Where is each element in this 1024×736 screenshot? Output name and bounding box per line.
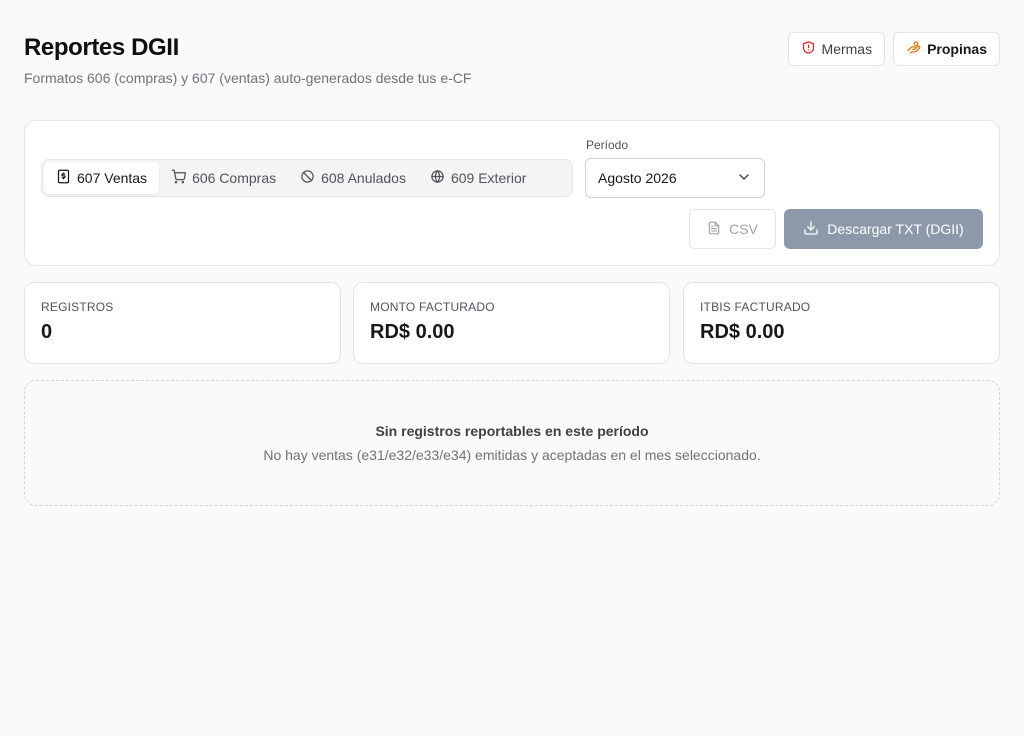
propinas-button[interactable]: Propinas (893, 32, 1000, 66)
stat-label: REGISTROS (41, 300, 114, 314)
tab-label: 609 Exterior (450, 170, 527, 186)
page-header: Reportes DGII Formatos 606 (compras) y 6… (24, 32, 1000, 92)
stat-itbis-facturado: ITBIS FACTURADO RD$ 0.00 (683, 282, 1000, 364)
report-type-tabs: 607 Ventas 606 Compras 608 Anulados 609 … (41, 159, 573, 197)
tab-609-exterior[interactable]: 609 Exterior (418, 162, 538, 194)
empty-state-description: No hay ventas (e31/e32/e33/e34) emitidas… (263, 447, 761, 463)
stat-label: MONTO FACTURADO (370, 300, 495, 314)
download-icon (803, 220, 819, 239)
download-txt-label: Descargar TXT (DGII) (827, 221, 964, 237)
stat-monto-facturado: MONTO FACTURADO RD$ 0.00 (353, 282, 670, 364)
cart-icon (171, 169, 187, 187)
coins-icon (906, 40, 921, 58)
page-title: Reportes DGII (24, 34, 179, 61)
stat-label: ITBIS FACTURADO (700, 300, 811, 314)
file-text-icon (707, 221, 721, 238)
tab-606-compras[interactable]: 606 Compras (159, 162, 288, 194)
tab-label: 606 Compras (192, 170, 277, 186)
download-txt-button[interactable]: Descargar TXT (DGII) (784, 209, 983, 249)
csv-button[interactable]: CSV (689, 209, 776, 249)
stat-value: RD$ 0.00 (700, 321, 785, 343)
stat-value: RD$ 0.00 (370, 321, 455, 343)
period-label: Período (586, 138, 629, 152)
csv-label: CSV (729, 221, 758, 237)
tab-label: 608 Anulados (321, 170, 406, 186)
page-subtitle: Formatos 606 (compras) y 607 (ventas) au… (24, 70, 472, 86)
page: Reportes DGII Formatos 606 (compras) y 6… (0, 0, 1024, 736)
empty-state-title: Sin registros reportables en este períod… (375, 423, 649, 439)
stat-value: 0 (41, 321, 53, 343)
header-actions: Mermas Propinas (787, 32, 1000, 66)
mermas-button[interactable]: Mermas (787, 32, 886, 66)
receipt-icon (56, 169, 71, 187)
ban-icon (300, 169, 315, 187)
mermas-label: Mermas (821, 41, 873, 57)
globe-icon (430, 169, 445, 187)
period-value: Agosto 2026 (598, 170, 677, 186)
tab-607-ventas[interactable]: 607 Ventas (44, 162, 160, 194)
empty-state: Sin registros reportables en este períod… (24, 380, 1000, 506)
stat-registros: REGISTROS 0 (24, 282, 341, 364)
propinas-label: Propinas (927, 41, 987, 57)
tab-label: 607 Ventas (77, 170, 148, 186)
filter-card: 607 Ventas 606 Compras 608 Anulados 609 … (24, 120, 1000, 266)
tab-608-anulados[interactable]: 608 Anulados (288, 162, 418, 194)
chevron-down-icon (736, 169, 752, 188)
shield-alert-icon (801, 40, 816, 58)
period-select[interactable]: Agosto 2026 (585, 158, 765, 198)
